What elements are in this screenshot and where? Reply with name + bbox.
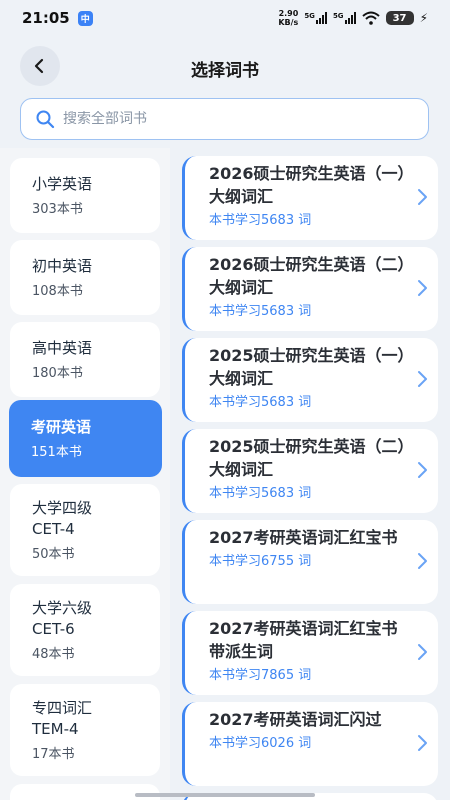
page-title: 选择词书 [191, 60, 259, 81]
chevron-right-icon [418, 462, 427, 478]
search-icon [36, 110, 55, 129]
chevron-right-icon [418, 644, 427, 660]
app-notification-icon: 中 [77, 10, 93, 26]
book-title: 2025硕士研究生英语（二）大纲词汇 [209, 437, 406, 479]
book-title: 2026硕士研究生英语（二）大纲词汇 [209, 255, 406, 297]
book-item[interactable]: 2025硕士研究生英语（一）大纲词汇 本书学习5683 词 [182, 338, 438, 422]
book-word-count: 本书学习6755 词 [209, 554, 312, 569]
status-bar: 21:05 中 2.90 KB/s 5G 5G 37 ⚡ [0, 0, 450, 36]
category-item-postgraduate[interactable]: 考研英语 151本书 [9, 400, 162, 477]
category-count: 50本书 [32, 547, 75, 562]
chevron-right-icon [418, 371, 427, 387]
category-item-more[interactable] [10, 784, 160, 800]
category-count: 48本书 [32, 647, 75, 662]
book-word-count: 本书学习7865 词 [209, 668, 312, 683]
book-item[interactable]: 2026硕士研究生英语（二）大纲词汇 本书学习5683 词 [182, 247, 438, 331]
chevron-right-icon [418, 189, 427, 205]
status-indicators: 2.90 KB/s 5G 5G 37 ⚡ [278, 9, 428, 27]
category-sidebar: 小学英语 303本书 初中英语 108本书 高中英语 180本书 考研英语 15… [0, 148, 170, 800]
search-input[interactable] [63, 111, 414, 127]
battery-icon: 37 [385, 11, 414, 25]
book-title: 2027考研英语词汇红宝书 [209, 528, 398, 547]
category-name: 专四词汇 TEM-4 [32, 699, 93, 738]
book-word-count: 本书学习5683 词 [209, 486, 312, 501]
category-count: 108本书 [32, 284, 83, 299]
book-item[interactable]: 2027考研英语词汇闪过 本书学习6026 词 [182, 702, 438, 786]
home-indicator[interactable] [135, 793, 315, 797]
book-title: 2027考研英语词汇红宝书 带派生词 [209, 619, 398, 661]
category-count: 303本书 [32, 202, 83, 217]
chevron-right-icon [418, 553, 427, 569]
book-title: 2027考研英语词汇闪过 [209, 710, 382, 729]
status-time: 21:05 [22, 9, 70, 27]
search-box[interactable] [20, 98, 429, 140]
book-title: 2026硕士研究生英语（一）大纲词汇 [209, 164, 406, 206]
book-list: 2026硕士研究生英语（一）大纲词汇 本书学习5683 词 2026硕士研究生英… [182, 148, 450, 800]
category-name: 初中英语 [32, 257, 93, 275]
category-item-cet4[interactable]: 大学四级 CET-4 50本书 [10, 484, 160, 576]
category-item-junior[interactable]: 初中英语 108本书 [10, 240, 160, 315]
back-button[interactable] [20, 46, 60, 86]
header: 选择词书 [0, 40, 450, 96]
book-item[interactable]: 2027考研英语词汇红宝书 带派生词 本书学习7865 词 [182, 611, 438, 695]
category-name: 小学英语 [32, 175, 93, 193]
category-item-tem4[interactable]: 专四词汇 TEM-4 17本书 [10, 684, 160, 776]
signal-icon: 5G [304, 12, 327, 24]
chevron-right-icon [418, 280, 427, 296]
book-title: 2025硕士研究生英语（一）大纲词汇 [209, 346, 406, 388]
main-content: 小学英语 303本书 初中英语 108本书 高中英语 180本书 考研英语 15… [0, 148, 450, 800]
book-word-count: 本书学习5683 词 [209, 304, 312, 319]
wifi-icon [361, 11, 380, 25]
category-name: 大学四级 CET-4 [32, 499, 93, 538]
category-name: 大学六级 CET-6 [32, 599, 93, 638]
book-word-count: 本书学习5683 词 [209, 395, 312, 410]
category-item-primary[interactable]: 小学英语 303本书 [10, 158, 160, 233]
book-item[interactable]: 2027考研英语词汇红宝书 本书学习6755 词 [182, 520, 438, 604]
category-count: 17本书 [32, 747, 75, 762]
category-name: 高中英语 [32, 339, 93, 357]
category-item-senior[interactable]: 高中英语 180本书 [10, 322, 160, 397]
chevron-right-icon [418, 735, 427, 751]
book-item[interactable]: 2026硕士研究生英语（一）大纲词汇 本书学习5683 词 [182, 156, 438, 240]
category-count: 180本书 [32, 366, 83, 381]
charging-icon: ⚡ [419, 11, 428, 25]
chevron-left-icon [34, 58, 44, 74]
book-word-count: 本书学习6026 词 [209, 736, 312, 751]
category-name: 考研英语 [31, 418, 92, 436]
book-word-count: 本书学习5683 词 [209, 213, 312, 228]
book-item[interactable]: 2025硕士研究生英语（二）大纲词汇 本书学习5683 词 [182, 429, 438, 513]
category-count: 151本书 [31, 445, 82, 460]
category-item-cet6[interactable]: 大学六级 CET-6 48本书 [10, 584, 160, 676]
network-speed: 2.90 KB/s [278, 9, 299, 27]
signal-icon-2: 5G [333, 12, 356, 24]
